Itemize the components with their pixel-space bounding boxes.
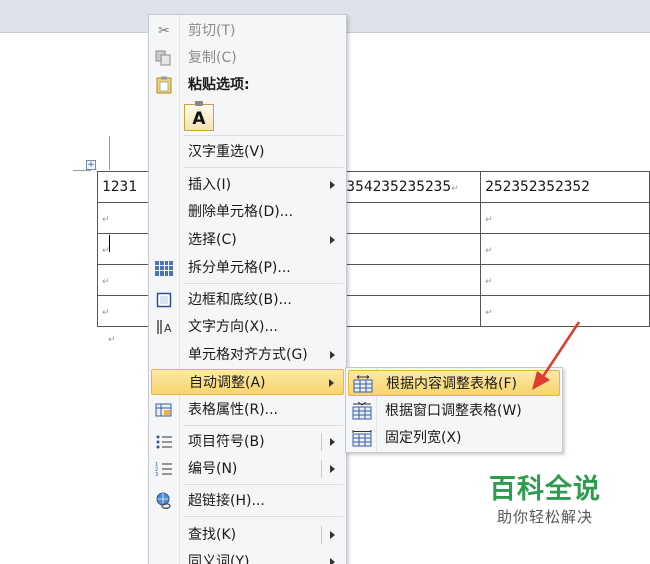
arrow-head <box>532 371 550 390</box>
watermark-title: 百科全说 <box>489 474 601 505</box>
watermark: 百科全说 助你轻松解决 <box>470 473 620 527</box>
arrow-shaft <box>540 321 581 379</box>
watermark-subtitle: 助你轻松解决 <box>496 508 593 526</box>
